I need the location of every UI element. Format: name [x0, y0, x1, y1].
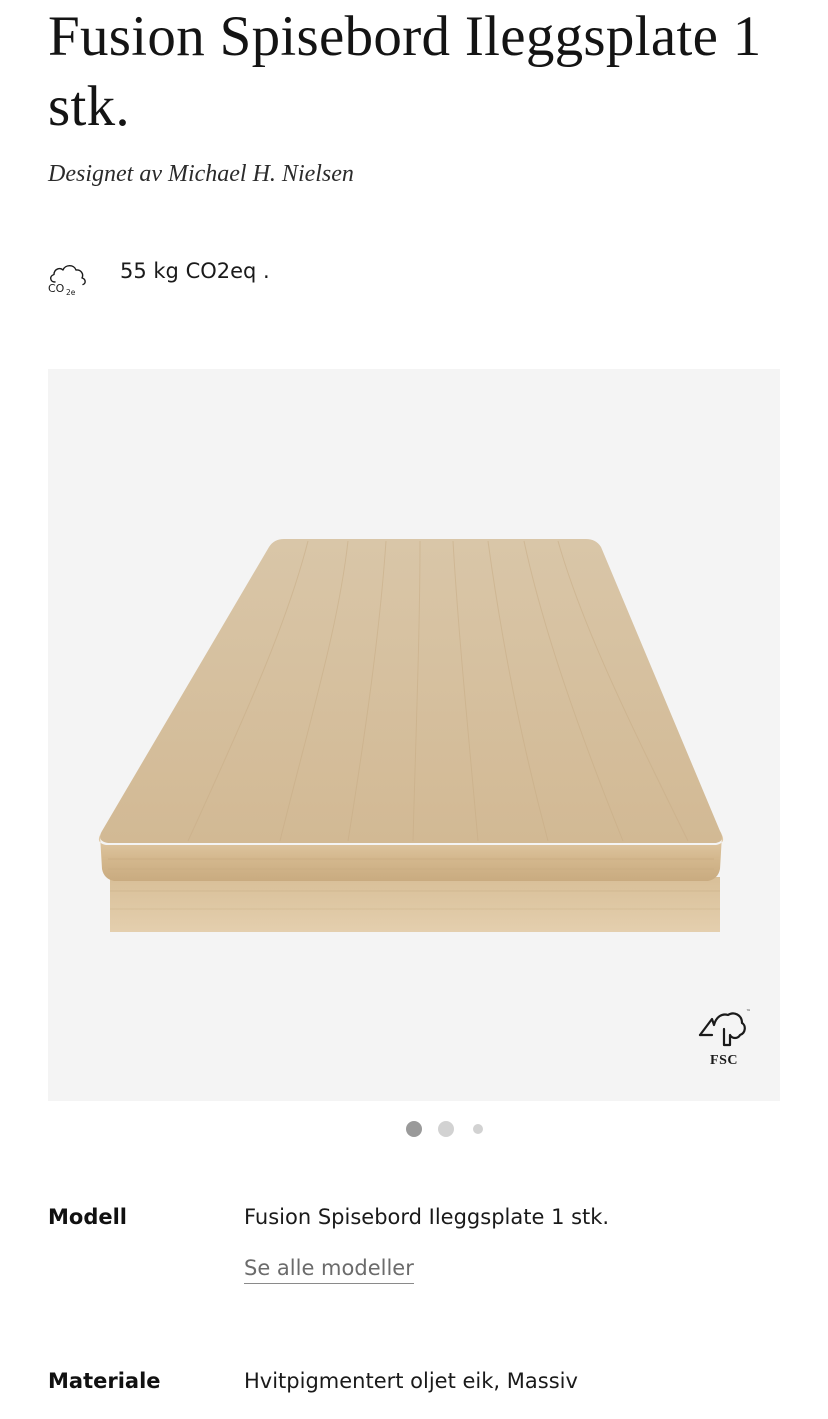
pagination-dot[interactable] [473, 1124, 483, 1134]
co2e-cloud-icon: CO 2e [48, 264, 86, 297]
spec-value-model: Fusion Spisebord Ileggsplate 1 stk. [244, 1205, 610, 1229]
product-image-gallery[interactable]: ™ FSC [48, 369, 780, 1101]
fsc-tree-icon: ™ [698, 1009, 751, 1047]
gallery-pagination [0, 1120, 828, 1138]
co2-value: 55 kg CO2eq . [120, 259, 270, 283]
designer-credit: Designet av Michael H. Nielsen [48, 161, 354, 187]
svg-text:CO: CO [48, 282, 65, 295]
fsc-badge: ™ FSC [692, 1005, 756, 1073]
pagination-dot-active[interactable] [406, 1121, 422, 1137]
spec-value-material: Hvitpigmentert oljet eik, Massiv [244, 1369, 578, 1393]
product-title: Fusion Spisebord Ileggsplate 1 stk. [48, 5, 762, 138]
see-all-models-link[interactable]: Se alle modeller [244, 1254, 414, 1284]
co2-footprint: CO 2e 55 kg CO2eq . [46, 256, 270, 300]
product-page: Fusion Spisebord Ileggsplate 1 stk. Desi… [0, 0, 828, 1419]
spec-label-material: Materiale [48, 1369, 161, 1393]
svg-text:™: ™ [746, 1009, 751, 1015]
pagination-dot[interactable] [438, 1121, 454, 1137]
tabletop-leaf-image [98, 539, 724, 932]
svg-text:2e: 2e [66, 288, 76, 297]
spec-label-model: Modell [48, 1205, 127, 1229]
fsc-label: FSC [710, 1053, 738, 1068]
